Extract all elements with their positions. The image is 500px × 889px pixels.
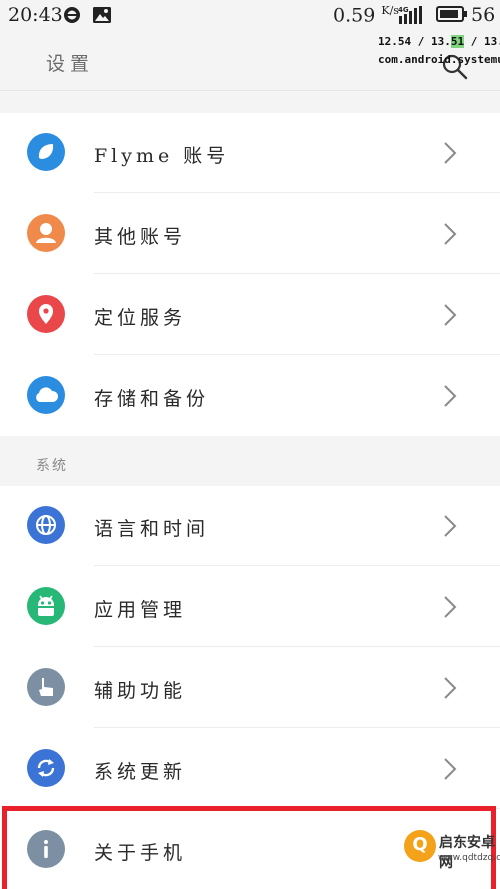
settings-row-label: 其他账号 bbox=[94, 226, 187, 248]
notification-image-icon bbox=[92, 6, 112, 28]
section-header-label: 系统 bbox=[36, 458, 68, 474]
network-type: 4G bbox=[398, 6, 409, 14]
debug-memory-b: 51 bbox=[450, 35, 465, 48]
settings-row-language-time[interactable]: 语言和时间 bbox=[0, 486, 500, 566]
signal-icon: 4G bbox=[398, 5, 426, 29]
status-bar: 20:43 0.59 K/s 4G 56 bbox=[0, 0, 500, 32]
section-header-system: 系统 bbox=[0, 436, 500, 486]
debug-memory-c: / 13. bbox=[464, 35, 500, 48]
flyme-account-icon bbox=[27, 133, 65, 171]
settings-row-label: 定位服务 bbox=[94, 307, 187, 329]
debug-process-name: com.android.systemui bbox=[378, 53, 500, 66]
settings-row-flyme-account[interactable]: Flyme 账号 bbox=[0, 113, 500, 193]
refresh-icon bbox=[27, 749, 65, 787]
watermark-url: www.qdtdzq.com bbox=[438, 853, 500, 863]
chevron-right-icon bbox=[442, 384, 458, 412]
android-icon bbox=[27, 587, 65, 625]
net-speed-unit: K/s bbox=[381, 4, 399, 17]
debug-memory-a: 12.54 / 13. bbox=[378, 35, 451, 48]
chevron-right-icon bbox=[442, 757, 458, 785]
settings-row-label: Flyme 账号 bbox=[94, 145, 230, 167]
section-header-accounts bbox=[0, 90, 500, 113]
settings-row-other-accounts[interactable]: 其他账号 bbox=[0, 194, 500, 274]
settings-row-label: 辅助功能 bbox=[94, 680, 187, 702]
settings-row-location[interactable]: 定位服务 bbox=[0, 275, 500, 355]
settings-row-storage-backup[interactable]: 存储和备份 bbox=[0, 356, 500, 436]
notification-dnd-icon bbox=[63, 6, 81, 28]
page-title: 设置 bbox=[46, 53, 95, 75]
chevron-right-icon bbox=[442, 514, 458, 542]
chevron-right-icon bbox=[442, 303, 458, 331]
debug-overlay: 12.54 / 13.51 / 13.88 com.android.system… bbox=[378, 33, 500, 69]
chevron-right-icon bbox=[442, 222, 458, 250]
net-speed: 0.59 K/s bbox=[333, 4, 399, 26]
settings-row-label: 存储和备份 bbox=[94, 388, 210, 410]
settings-row-label: 语言和时间 bbox=[94, 518, 210, 540]
settings-row-accessibility[interactable]: 辅助功能 bbox=[0, 648, 500, 728]
person-icon bbox=[27, 214, 65, 252]
net-speed-value: 0.59 bbox=[333, 4, 376, 27]
settings-row-label: 关于手机 bbox=[94, 842, 187, 864]
chevron-right-icon bbox=[442, 595, 458, 623]
globe-icon bbox=[27, 506, 65, 544]
watermark: Q 启东安卓网 www.qdtdzq.com bbox=[404, 824, 500, 889]
info-icon bbox=[27, 830, 65, 868]
settings-row-label: 系统更新 bbox=[94, 761, 187, 783]
status-time: 20:43 bbox=[8, 4, 63, 26]
location-pin-icon bbox=[27, 295, 65, 333]
settings-row-app-management[interactable]: 应用管理 bbox=[0, 567, 500, 647]
hand-pointer-icon bbox=[27, 668, 65, 706]
battery-percent: 56 bbox=[471, 4, 496, 26]
settings-row-label: 应用管理 bbox=[94, 599, 187, 621]
watermark-logo-icon: Q bbox=[404, 830, 436, 862]
battery-icon bbox=[436, 6, 467, 22]
chevron-right-icon bbox=[442, 141, 458, 169]
debug-memory-line: 12.54 / 13.51 / 13.88 bbox=[378, 33, 500, 51]
cloud-icon bbox=[27, 376, 65, 414]
chevron-right-icon bbox=[442, 676, 458, 704]
watermark-name: 启东安卓网 bbox=[439, 835, 495, 871]
settings-row-system-update[interactable]: 系统更新 bbox=[0, 729, 500, 809]
